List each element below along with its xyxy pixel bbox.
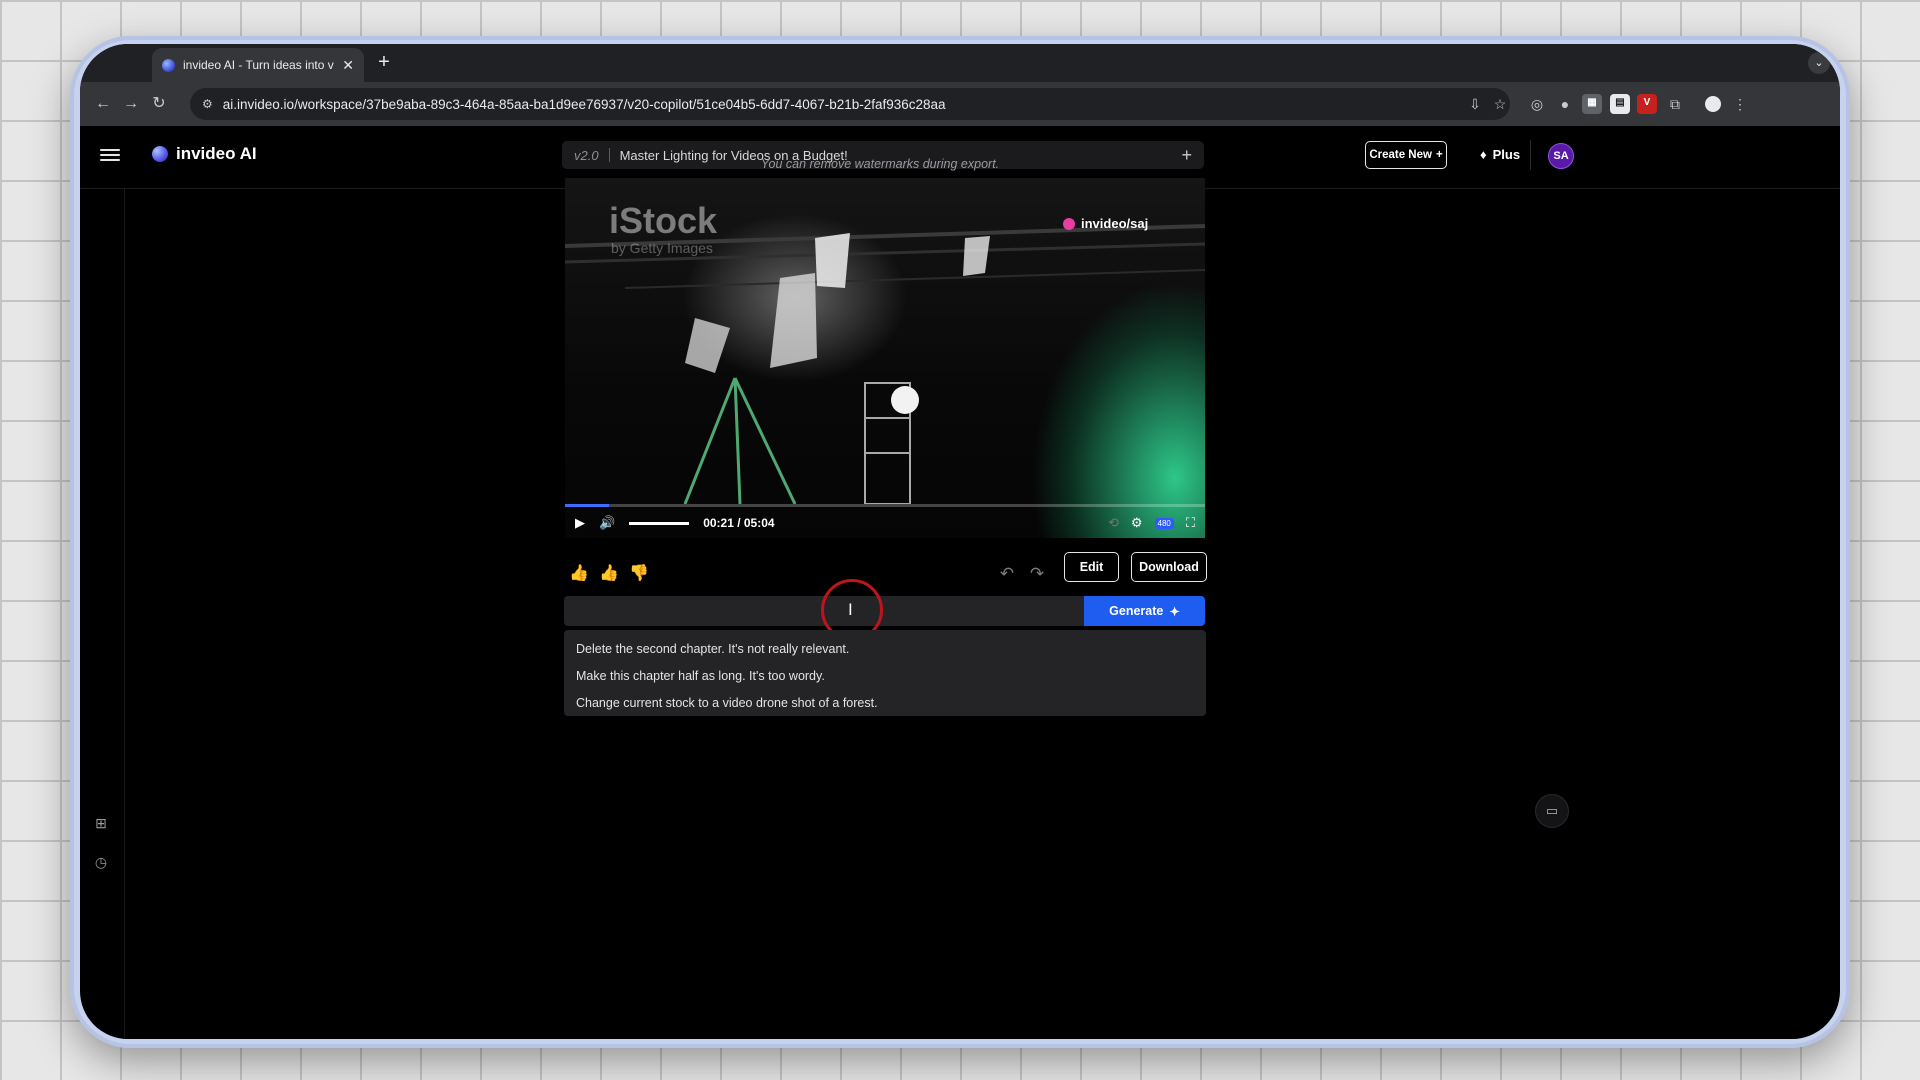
download-button[interactable]: Download: [1131, 552, 1207, 582]
video-progress-fill: [565, 504, 610, 507]
brand[interactable]: invideo AI: [152, 144, 257, 164]
text-cursor-icon: I: [848, 600, 853, 619]
redo-icon[interactable]: ↷: [1027, 564, 1047, 584]
invideo-favicon-icon: [162, 58, 175, 72]
sparkle-icon: ✦: [1169, 604, 1180, 619]
volume-slider[interactable]: [629, 521, 690, 525]
puzzle-icon[interactable]: ⧉: [1665, 94, 1685, 114]
site-info-icon[interactable]: ⚙: [202, 97, 213, 111]
thumbs-up-icon[interactable]: 👍: [599, 564, 619, 584]
avatar[interactable]: SA: [1548, 143, 1574, 169]
invideo-logo-icon: [152, 146, 168, 162]
create-new-button[interactable]: Create New +: [1365, 141, 1447, 169]
tab-search-chevron-icon[interactable]: ⌄: [1808, 52, 1830, 74]
istock-watermark: iStock: [609, 200, 718, 241]
back-button[interactable]: ←: [92, 93, 114, 115]
plan-label: Plus: [1492, 147, 1521, 162]
undo-icon[interactable]: ↶: [997, 564, 1017, 584]
invideo-watermark: invideo/saj: [1063, 216, 1148, 231]
tab-title: invideo AI - Turn ideas into vi: [183, 58, 335, 72]
url-text[interactable]: ai.invideo.io/workspace/37be9aba-89c3-46…: [223, 97, 946, 112]
install-icon[interactable]: ⇩: [1465, 94, 1485, 114]
generate-label: Generate: [1109, 604, 1164, 618]
profile-icon[interactable]: [1705, 96, 1721, 112]
bookmark-star-icon[interactable]: ☆: [1490, 94, 1510, 114]
suggestion-item[interactable]: Change current stock to a video drone sh…: [564, 690, 1206, 717]
edit-button[interactable]: Edit: [1064, 552, 1119, 582]
watermark-notice: You can remove watermarks during export.: [760, 157, 1000, 171]
fullscreen-icon[interactable]: ⛶: [1186, 515, 1195, 531]
ext-3-icon[interactable]: ▦: [1582, 94, 1602, 114]
plus-icon: +: [1435, 149, 1443, 161]
double-thumbs-up-icon[interactable]: 👍: [569, 564, 589, 584]
ext-2-icon[interactable]: ●: [1555, 94, 1575, 114]
thumbs-down-icon[interactable]: 👎: [629, 564, 649, 584]
video-controls-right: ⟲ ⚙ 480 ⛶: [1108, 515, 1195, 531]
invideo-watermark-text: invideo/saj: [1081, 216, 1149, 231]
hamburger-menu-icon[interactable]: [100, 146, 120, 166]
forward-button[interactable]: →: [120, 93, 142, 115]
new-tab-button[interactable]: +: [372, 50, 396, 74]
video-progress-bar[interactable]: [565, 504, 1205, 507]
chat-support-button[interactable]: ▭: [1535, 794, 1569, 828]
volume-fill: [629, 521, 690, 525]
playback-time: 00:21 / 05:04: [703, 516, 775, 530]
grid-icon[interactable]: ⊞: [92, 814, 110, 832]
video-player[interactable]: iStock by Getty Images invideo/saj ▶ 🔊 0…: [565, 178, 1205, 538]
ext-v-icon[interactable]: V: [1637, 94, 1657, 114]
history-clock-icon[interactable]: ◷: [92, 853, 110, 871]
menu-icon[interactable]: ⋮: [1730, 94, 1750, 114]
create-new-label: Create New: [1369, 149, 1432, 161]
sidebar: ⊞ ◷: [80, 189, 125, 1039]
plan-badge[interactable]: ♦ Plus: [1480, 147, 1520, 162]
generate-button[interactable]: Generate ✦: [1084, 596, 1205, 626]
browser-toolbar: ← → ↻ ⚙ ai.invideo.io/workspace/37be9aba…: [80, 82, 1840, 126]
suggestion-item[interactable]: Delete the second chapter. It's not real…: [564, 636, 1206, 663]
chat-bubble-icon: ▭: [1545, 803, 1559, 818]
quality-badge: 480: [1154, 517, 1174, 529]
suggestion-item[interactable]: Make this chapter half as long. It's too…: [564, 663, 1206, 690]
address-bar[interactable]: ⚙ ai.invideo.io/workspace/37be9aba-89c3-…: [190, 88, 1510, 120]
tab-strip: invideo AI - Turn ideas into vi ✕ + ⌄: [80, 44, 1840, 82]
ext-4-icon[interactable]: ▤: [1610, 94, 1630, 114]
video-controls: ▶ 🔊 00:21 / 05:04 ⟲ ⚙ 480 ⛶: [565, 508, 1205, 538]
diamond-icon: ♦: [1480, 147, 1487, 162]
divider: [1530, 140, 1531, 170]
close-tab-icon[interactable]: ✕: [342, 57, 354, 74]
brand-name: invideo AI: [176, 144, 257, 163]
browser-window: invideo AI - Turn ideas into vi ✕ + ⌄ ← …: [80, 44, 1840, 1039]
play-icon[interactable]: ▶: [575, 515, 585, 531]
browser-tab[interactable]: invideo AI - Turn ideas into vi ✕: [152, 48, 364, 82]
loop-icon[interactable]: ⟲: [1108, 515, 1119, 531]
invideo-dot-icon: [1063, 217, 1075, 230]
volume-icon[interactable]: 🔊: [599, 515, 615, 531]
reload-button[interactable]: ↻: [148, 93, 170, 115]
ext-1-icon[interactable]: ◎: [1527, 94, 1547, 114]
getty-watermark: by Getty Images: [611, 240, 713, 256]
settings-gear-icon[interactable]: ⚙: [1131, 515, 1143, 531]
suggestion-list: Delete the second chapter. It's not real…: [564, 630, 1206, 716]
